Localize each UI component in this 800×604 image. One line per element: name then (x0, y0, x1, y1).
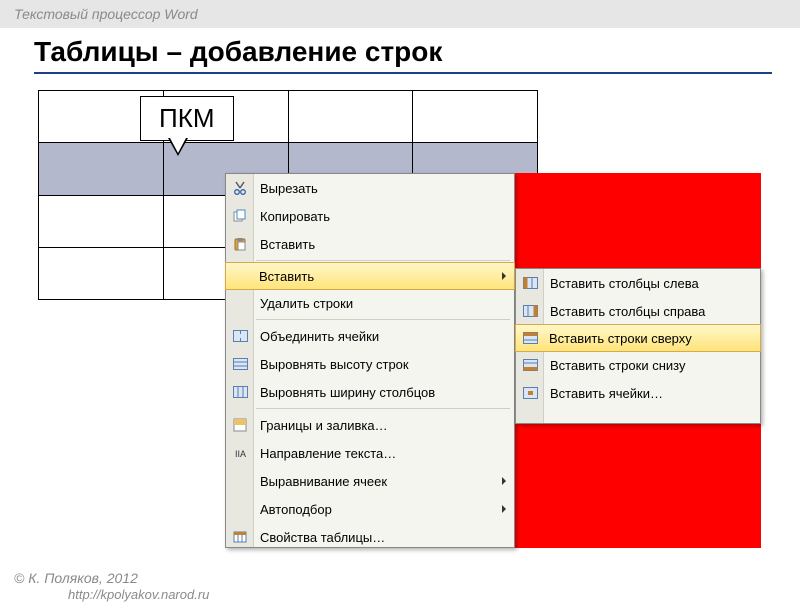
menu-label: Вставить строки снизу (550, 358, 685, 373)
menu-label: Удалить строки (260, 296, 353, 311)
insert-cells-icon (521, 384, 539, 402)
menu-label: Свойства таблицы… (260, 530, 385, 545)
borders-icon (231, 416, 249, 434)
menu-item-distribute-rows[interactable]: Выровнять высоту строк (226, 350, 514, 378)
menu-separator (256, 319, 510, 320)
menu-item-cell-alignment[interactable]: Выравнивание ячеек (226, 467, 514, 495)
menu-item-borders[interactable]: Границы и заливка… (226, 411, 514, 439)
menu-item-merge-cells[interactable]: Объединить ячейки (226, 322, 514, 350)
submenu-item-rows-below[interactable]: Вставить строки снизу (516, 351, 760, 379)
menu-item-paste[interactable]: Вставить (226, 230, 514, 258)
menu-label: Вставить (260, 237, 315, 252)
menu-separator (256, 408, 510, 409)
menu-item-autofit[interactable]: Автоподбор (226, 495, 514, 523)
submenu-item-cells[interactable]: Вставить ячейки… (516, 379, 760, 407)
menu-label: Автоподбор (260, 502, 332, 517)
menu-label: Выровнять высоту строк (260, 357, 409, 372)
menu-separator (256, 260, 510, 261)
menu-label: Границы и заливка… (260, 418, 388, 433)
menu-item-table-props[interactable]: Свойства таблицы… (226, 523, 514, 551)
menu-item-copy[interactable]: Копировать (226, 202, 514, 230)
submenu-item-rows-above[interactable]: Вставить строки сверху (515, 324, 761, 352)
chevron-right-icon (502, 272, 506, 280)
menu-label: Вставить ячейки… (550, 386, 663, 401)
app-title: Текстовый процессор Word (0, 0, 800, 28)
menu-item-cut[interactable]: Вырезать (226, 174, 514, 202)
distribute-cols-icon (231, 383, 249, 401)
insert-rows-above-icon (521, 329, 539, 347)
slide: Таблицы – добавление строк ПКМ Вырезать (0, 28, 800, 604)
menu-label: Вырезать (260, 181, 318, 196)
menu-label: Выравнивание ячеек (260, 474, 387, 489)
cut-icon (231, 179, 249, 197)
merge-cells-icon (231, 327, 249, 345)
text-direction-icon: IIA (231, 444, 249, 462)
submenu-item-cols-right[interactable]: Вставить столбцы справа (516, 297, 760, 325)
copy-icon (231, 207, 249, 225)
insert-submenu: Вставить столбцы слева Вставить столбцы … (515, 268, 761, 424)
menu-label: Выровнять ширину столбцов (260, 385, 435, 400)
chevron-right-icon (502, 505, 506, 513)
menu-label: Копировать (260, 209, 330, 224)
rmb-label: ПКМ (140, 96, 234, 141)
menu-label: Вставить строки сверху (549, 331, 692, 346)
highlight-block (515, 173, 761, 268)
title-underline (34, 72, 772, 74)
menu-item-distribute-cols[interactable]: Выровнять ширину столбцов (226, 378, 514, 406)
insert-cols-right-icon (521, 302, 539, 320)
footer-author: © К. Поляков, 2012 (14, 570, 138, 586)
menu-item-delete-rows[interactable]: Удалить строки (226, 289, 514, 317)
submenu-item-cols-left[interactable]: Вставить столбцы слева (516, 269, 760, 297)
menu-label: Вставить столбцы слева (550, 276, 699, 291)
context-menu: Вырезать Копировать Вставить Вставить (225, 173, 515, 548)
table-props-icon (231, 528, 249, 546)
table-row (39, 91, 538, 143)
distribute-rows-icon (231, 355, 249, 373)
chevron-right-icon (502, 477, 506, 485)
menu-item-text-direction[interactable]: IIA Направление текста… (226, 439, 514, 467)
insert-rows-below-icon (521, 356, 539, 374)
insert-cols-left-icon (521, 274, 539, 292)
menu-label: Вставить столбцы справа (550, 304, 705, 319)
menu-label: Вставить (259, 269, 314, 284)
paste-icon (231, 235, 249, 253)
menu-label: Направление текста… (260, 446, 396, 461)
rmb-callout: ПКМ (140, 96, 234, 141)
page-title: Таблицы – добавление строк (34, 36, 800, 68)
svg-text:IIA: IIA (235, 449, 246, 459)
menu-label: Объединить ячейки (260, 329, 379, 344)
menu-item-insert[interactable]: Вставить (225, 262, 515, 290)
